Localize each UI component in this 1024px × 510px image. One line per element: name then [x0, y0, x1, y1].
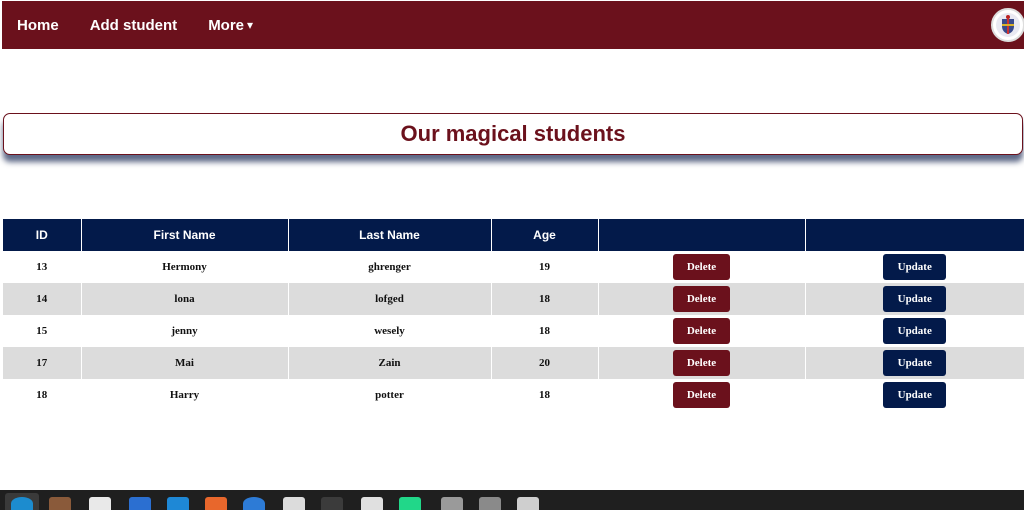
table-row: 15 jenny wesely 18 Delete Update	[3, 315, 1024, 347]
cell-delete: Delete	[598, 379, 806, 411]
update-button[interactable]: Update	[883, 318, 947, 344]
table-row: 13 Hermony ghrenger 19 Delete Update	[3, 251, 1024, 283]
cell-last-name: ghrenger	[288, 251, 492, 283]
nav-more-label: More	[208, 16, 245, 34]
help-icon[interactable]	[243, 497, 265, 510]
os-taskbar	[0, 490, 1024, 510]
cell-first-name: jenny	[81, 315, 289, 347]
column-header-age: Age	[491, 219, 599, 251]
nav-more-dropdown[interactable]: More ▾	[208, 17, 253, 34]
cell-last-name: lofged	[288, 283, 492, 315]
page-title-box: Our magical students	[3, 113, 1023, 155]
table-header-row: ID First Name Last Name Age	[3, 219, 1024, 251]
cell-id: 17	[3, 347, 82, 379]
page-title: Our magical students	[400, 121, 626, 146]
cell-age: 19	[491, 251, 599, 283]
cell-update: Update	[805, 315, 1024, 347]
cell-id: 13	[3, 251, 82, 283]
cell-first-name: Mai	[81, 347, 289, 379]
cell-delete: Delete	[598, 315, 806, 347]
update-button[interactable]: Update	[883, 382, 947, 408]
cell-update: Update	[805, 283, 1024, 315]
app-icon[interactable]	[441, 497, 463, 510]
app-icon[interactable]	[479, 497, 501, 510]
update-button[interactable]: Update	[883, 254, 947, 280]
cell-last-name: wesely	[288, 315, 492, 347]
navbar: Home Add student More ▾	[2, 1, 1024, 49]
cell-delete: Delete	[598, 347, 806, 379]
terminal-icon[interactable]	[321, 497, 343, 510]
column-header-id: ID	[3, 219, 82, 251]
cell-age: 20	[491, 347, 599, 379]
appstore-icon[interactable]	[205, 497, 227, 510]
vscode-icon[interactable]	[167, 497, 189, 510]
edge-logo-icon	[11, 497, 33, 510]
cell-age: 18	[491, 379, 599, 411]
table-row: 18 Harry potter 18 Delete Update	[3, 379, 1024, 411]
nav-add-student-link[interactable]: Add student	[90, 17, 178, 34]
app-icon[interactable]	[517, 497, 539, 510]
cell-last-name: potter	[288, 379, 492, 411]
cell-id: 14	[3, 283, 82, 315]
cell-update: Update	[805, 379, 1024, 411]
column-header-first-name: First Name	[81, 219, 289, 251]
cell-id: 15	[3, 315, 82, 347]
cell-first-name: lona	[81, 283, 289, 315]
school-crest-logo[interactable]	[991, 8, 1024, 42]
cell-age: 18	[491, 315, 599, 347]
cell-update: Update	[805, 251, 1024, 283]
cell-first-name: Harry	[81, 379, 289, 411]
nav-home-link[interactable]: Home	[17, 17, 59, 34]
delete-button[interactable]: Delete	[673, 350, 730, 376]
editor-icon[interactable]	[283, 497, 305, 510]
table-row: 17 Mai Zain 20 Delete Update	[3, 347, 1024, 379]
writer-icon[interactable]	[129, 497, 151, 510]
delete-button[interactable]: Delete	[673, 254, 730, 280]
update-button[interactable]: Update	[883, 350, 947, 376]
cell-last-name: Zain	[288, 347, 492, 379]
cell-update: Update	[805, 347, 1024, 379]
column-header-last-name: Last Name	[288, 219, 492, 251]
cell-id: 18	[3, 379, 82, 411]
delete-button[interactable]: Delete	[673, 382, 730, 408]
cell-delete: Delete	[598, 251, 806, 283]
column-header-update	[805, 219, 1024, 251]
pycharm-icon[interactable]	[399, 497, 421, 510]
caret-down-icon: ▾	[247, 18, 254, 32]
delete-button[interactable]: Delete	[673, 286, 730, 312]
cell-delete: Delete	[598, 283, 806, 315]
table-row: 14 lona lofged 18 Delete Update	[3, 283, 1024, 315]
delete-button[interactable]: Delete	[673, 318, 730, 344]
crest-icon	[996, 13, 1020, 37]
cell-first-name: Hermony	[81, 251, 289, 283]
firefox-icon[interactable]	[89, 497, 111, 510]
update-button[interactable]: Update	[883, 286, 947, 312]
cell-age: 18	[491, 283, 599, 315]
doc-icon[interactable]	[361, 497, 383, 510]
files-icon[interactable]	[49, 497, 71, 510]
column-header-delete	[598, 219, 806, 251]
students-table: ID First Name Last Name Age 13 Hermony g…	[3, 219, 1024, 411]
